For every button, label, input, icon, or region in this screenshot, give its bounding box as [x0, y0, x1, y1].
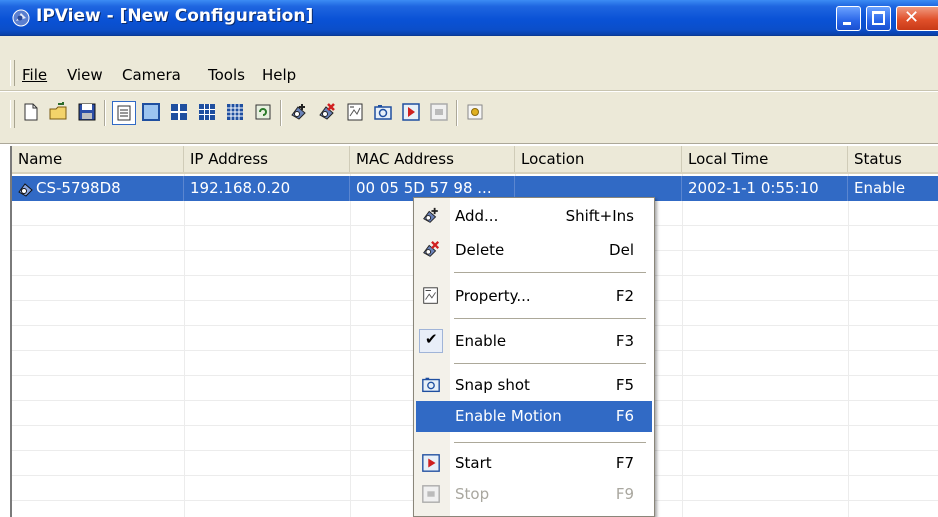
- column-header-local-time[interactable]: Local Time: [682, 146, 848, 172]
- menu-separator: [454, 442, 646, 443]
- minimize-button[interactable]: [836, 6, 861, 31]
- refresh-icon[interactable]: [252, 101, 274, 123]
- menu-item-stop-shortcut: F9: [615, 485, 634, 503]
- menu-item-delete-label: Delete: [455, 241, 505, 259]
- menu-item-add-shortcut: Shift+Ins: [565, 207, 634, 225]
- menu-item-enable-motion-label: Enable Motion: [455, 407, 562, 425]
- maximize-button[interactable]: [866, 6, 891, 31]
- app-camera-icon: [12, 9, 30, 27]
- check-icon: ✔: [425, 330, 438, 348]
- menu-item-enable[interactable]: ✔ Enable F3: [416, 326, 652, 357]
- window-title: IPView - [New Configuration]: [36, 6, 314, 26]
- menu-item-snapshot-label: Snap shot: [455, 376, 530, 394]
- menu-camera[interactable]: Camera: [122, 66, 181, 84]
- column-header-mac-address[interactable]: MAC Address: [350, 146, 515, 172]
- column-header-location[interactable]: Location: [515, 146, 682, 172]
- column-header-status[interactable]: Status: [848, 146, 938, 172]
- menu-item-snapshot-shortcut: F5: [615, 376, 634, 394]
- menu-separator: [454, 318, 646, 319]
- menu-view-label: View: [67, 66, 103, 84]
- cell-name: CS-5798D8: [34, 176, 184, 201]
- quad-view-icon[interactable]: [168, 101, 190, 123]
- camera-icon: [18, 183, 33, 197]
- single-view-icon[interactable]: [140, 101, 162, 123]
- add-camera-icon: [423, 207, 438, 223]
- menu-item-delete[interactable]: Delete Del: [416, 235, 652, 266]
- delete-camera-icon[interactable]: [316, 101, 338, 123]
- menu-item-enable-shortcut: F3: [615, 332, 634, 350]
- cell-ip-address: 192.168.0.20: [184, 176, 350, 201]
- column-header-name[interactable]: Name: [12, 146, 184, 172]
- menu-separator: [454, 272, 646, 273]
- open-folder-icon[interactable]: [48, 101, 70, 123]
- menu-item-stop-label: Stop: [455, 485, 490, 503]
- close-button[interactable]: ✕: [896, 6, 938, 31]
- cell-status: Enable: [854, 179, 906, 197]
- add-camera-icon[interactable]: [288, 101, 310, 123]
- menu-tools-label: Tools: [208, 66, 245, 84]
- menu-item-property-label: Property...: [455, 287, 531, 305]
- menu-view[interactable]: View: [67, 66, 103, 84]
- delete-camera-icon: [423, 241, 440, 257]
- save-disk-icon[interactable]: [76, 101, 98, 123]
- menu-help[interactable]: Help: [262, 66, 296, 84]
- start-icon: [422, 454, 440, 472]
- snapshot-icon[interactable]: [372, 101, 394, 123]
- menu-item-start[interactable]: Start F7: [416, 448, 652, 479]
- menu-item-start-label: Start: [455, 454, 492, 472]
- toolbar-separator: [104, 100, 106, 126]
- maximize-icon: [872, 11, 885, 25]
- cell-local-time: 2002-1-1 0:55:10: [682, 176, 848, 201]
- menu-item-enable-motion[interactable]: Enable Motion F6: [416, 401, 652, 432]
- menu-help-label: Help: [262, 66, 297, 84]
- menu-item-snapshot[interactable]: Snap shot F5: [416, 370, 652, 401]
- title-bar[interactable]: IPView - [New Configuration] ✕: [0, 0, 938, 36]
- details-view-icon[interactable]: [112, 101, 136, 125]
- sixteen-view-icon[interactable]: [224, 101, 246, 123]
- menu-item-add-label: Add...: [455, 207, 499, 225]
- menu-item-property-shortcut: F2: [615, 287, 634, 305]
- menu-item-start-shortcut: F7: [615, 454, 634, 472]
- close-icon: ✕: [904, 7, 920, 28]
- menu-grip: [10, 60, 15, 86]
- minimize-icon: [843, 22, 851, 25]
- stop-icon[interactable]: [428, 101, 450, 123]
- snapshot-icon: [422, 377, 440, 393]
- property-icon: [423, 287, 438, 304]
- property-icon[interactable]: [344, 101, 366, 123]
- nine-view-icon[interactable]: [196, 101, 218, 123]
- toolbar-separator: [280, 100, 282, 126]
- menu-item-property[interactable]: Property... F2: [416, 281, 652, 312]
- menu-item-stop[interactable]: Stop F9: [416, 479, 652, 510]
- toolbar-grip: [10, 100, 15, 128]
- menu-camera-label: Camera: [122, 66, 181, 84]
- column-header-ip-address[interactable]: IP Address: [184, 146, 350, 172]
- stop-icon: [422, 485, 440, 503]
- menu-item-add[interactable]: Add... Shift+Ins: [416, 201, 652, 232]
- menu-separator: [454, 363, 646, 364]
- menu-item-enable-motion-shortcut: F6: [615, 407, 634, 425]
- menu-file-label: File: [22, 66, 48, 84]
- menu-tools[interactable]: Tools: [208, 66, 245, 84]
- menu-item-enable-label: Enable: [455, 332, 507, 350]
- menu-file[interactable]: File: [22, 66, 47, 84]
- toolbar-separator: [456, 100, 458, 126]
- start-icon[interactable]: [400, 101, 422, 123]
- context-menu: Add... Shift+Ins Delete Del Property... …: [413, 197, 655, 517]
- new-file-icon[interactable]: [20, 101, 42, 123]
- settings-icon[interactable]: [464, 101, 486, 123]
- list-header: Name IP Address MAC Address Location Loc…: [12, 146, 938, 174]
- menu-item-delete-shortcut: Del: [609, 241, 634, 259]
